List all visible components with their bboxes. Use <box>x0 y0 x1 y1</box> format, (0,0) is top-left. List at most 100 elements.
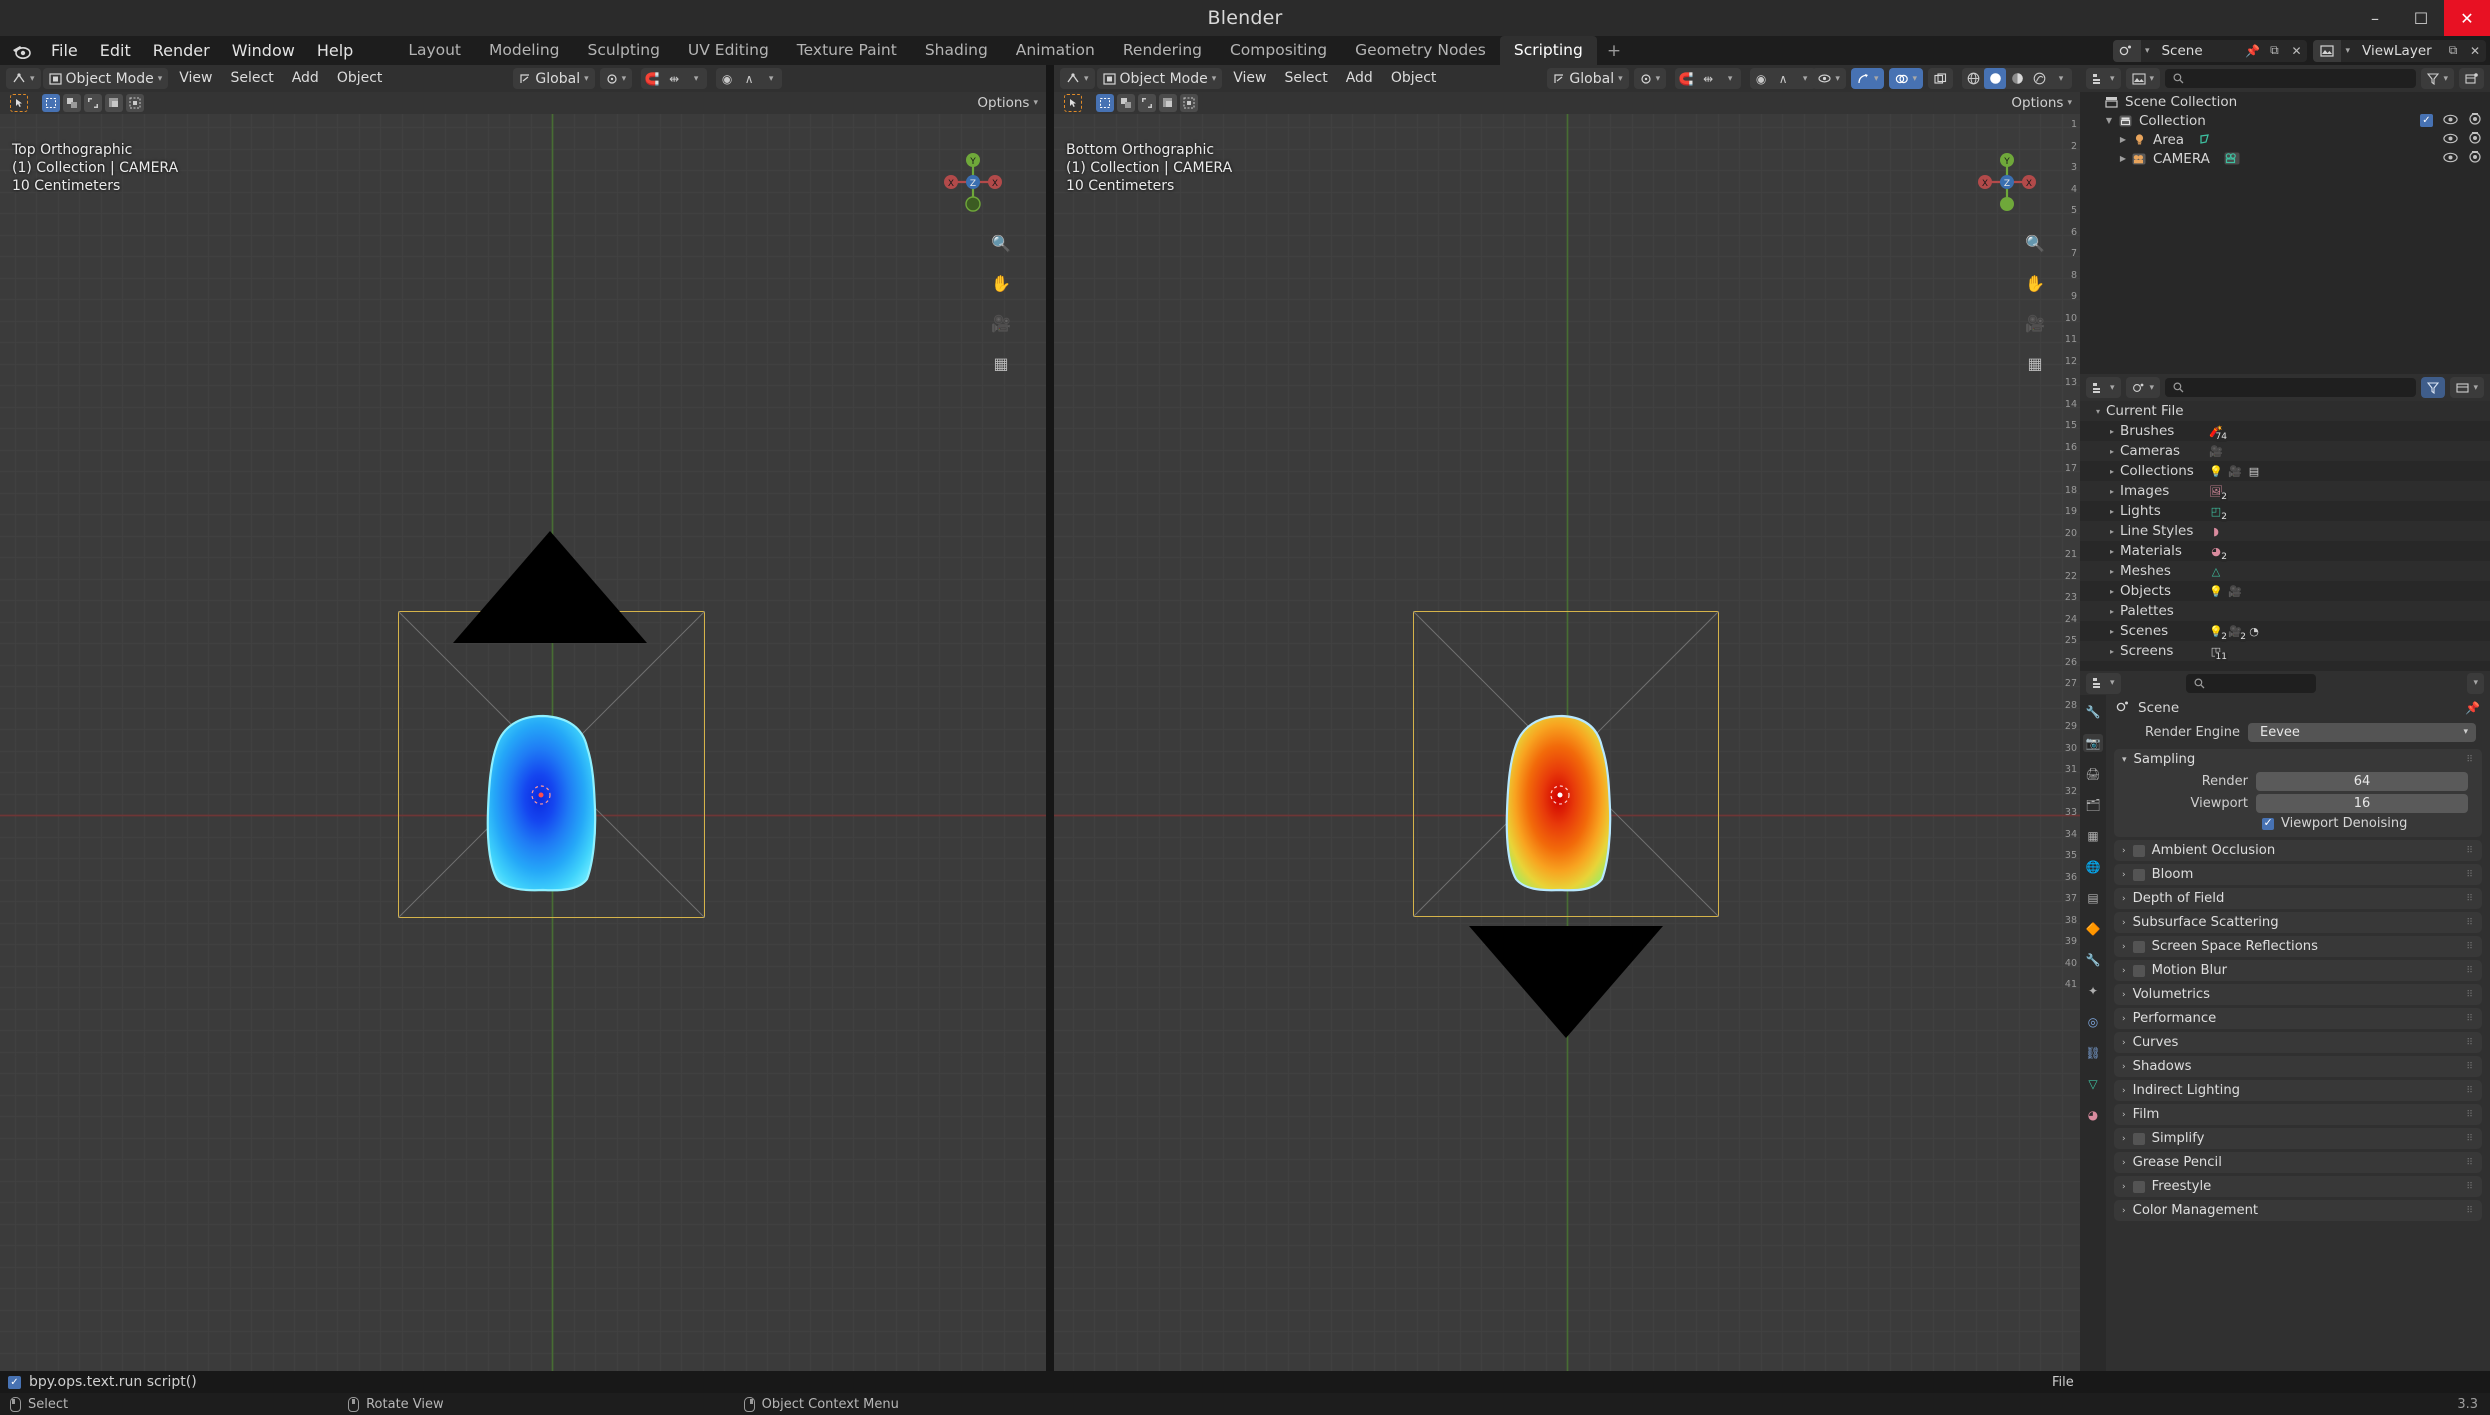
properties-tab-object-icon[interactable]: 🔶 <box>2083 920 2103 938</box>
eye-icon[interactable] <box>2443 114 2458 128</box>
viewport-right[interactable]: ▾ Object Mode ▾ ViewSelectAddObject Glob… <box>1054 65 2080 1371</box>
falloff-curve-icon-right[interactable]: ∧ <box>1772 68 1794 89</box>
copy-icon[interactable]: ⧉ <box>2263 40 2285 62</box>
snap-pivot-right[interactable]: ▾ <box>1634 68 1667 89</box>
blendfile-search-input[interactable] <box>2165 378 2416 397</box>
workspace-tab-sculpting[interactable]: Sculpting <box>574 36 674 65</box>
properties-section-film[interactable]: ›Film⠿ <box>2114 1104 2482 1125</box>
workspace-tab-texture-paint[interactable]: Texture Paint <box>783 36 911 65</box>
blendfile-row[interactable]: ▸Brushes🧨74 <box>2080 421 2490 441</box>
pin-icon[interactable]: 📌 <box>2465 701 2480 715</box>
blendfile-root-row[interactable]: ▾Current File <box>2080 401 2490 421</box>
scene-name[interactable]: Scene <box>2153 43 2241 59</box>
proportional-edit-icon-right[interactable]: ◉ <box>1750 68 1772 89</box>
disclosure-closed-icon[interactable]: ▸ <box>2104 607 2120 616</box>
blendfile-row[interactable]: ▸Meshes△ <box>2080 561 2490 581</box>
disclosure-closed-icon[interactable]: ▸ <box>2104 547 2120 556</box>
select-intersect-icon-left[interactable] <box>126 94 144 112</box>
tweak-tool-icon-left[interactable] <box>10 94 28 112</box>
section-enable-checkbox[interactable] <box>2133 869 2145 881</box>
falloff-chevron-down-icon-left[interactable]: ▾ <box>760 68 782 89</box>
pan-hand-icon-right[interactable]: ✋ <box>2022 270 2048 296</box>
properties-tab-material-icon[interactable]: ◕ <box>2083 1106 2103 1124</box>
viewport-left-menu-select[interactable]: Select <box>222 68 283 89</box>
viewlayer-copy-icon[interactable]: ⧉ <box>2442 40 2464 62</box>
blendfile-row[interactable]: ▸Objects💡🎥 <box>2080 581 2490 601</box>
menu-edit[interactable]: Edit <box>89 36 142 65</box>
add-workspace-button[interactable]: + <box>1597 41 1631 61</box>
properties-section-screen-space-reflections[interactable]: ›Screen Space Reflections⠿ <box>2114 936 2482 957</box>
properties-tab-column[interactable]: 🔧📷🖨🗂▦🌐▤🔶🔧✦◎⛓▽◕ <box>2080 695 2106 1371</box>
blendfile-collection-icon[interactable]: ▾ <box>2450 377 2484 398</box>
select-invert-icon-left[interactable] <box>105 94 123 112</box>
properties-tab-collection-props-icon[interactable]: ▤ <box>2083 889 2103 907</box>
properties-tab-scene-props-icon[interactable]: ▦ <box>2083 827 2103 845</box>
zoom-icon-right[interactable]: 🔍 <box>2022 230 2048 256</box>
select-intersect-icon-right[interactable] <box>1180 94 1198 112</box>
viewlayer-name[interactable]: ViewLayer <box>2354 43 2442 59</box>
chevron-right-icon[interactable]: › <box>2122 1206 2126 1216</box>
transform-orientation-left[interactable]: Global ▾ <box>513 68 594 89</box>
blendfile-row[interactable]: ▸Palettes <box>2080 601 2490 621</box>
render-engine-dropdown[interactable]: Eevee ▾ <box>2248 723 2476 742</box>
wireframe-shading-icon[interactable] <box>1962 68 1984 89</box>
section-enable-checkbox[interactable] <box>2133 1133 2145 1145</box>
close-button[interactable]: ✕ <box>2444 0 2490 36</box>
blendfile-row[interactable]: ▸Screens◳11 <box>2080 641 2490 661</box>
properties-section-bloom[interactable]: ›Bloom⠿ <box>2114 864 2482 885</box>
properties-section-grease-pencil[interactable]: ›Grease Pencil⠿ <box>2114 1152 2482 1173</box>
viewport-left-menu-add[interactable]: Add <box>283 68 328 89</box>
toggle-ortho-icon-right[interactable]: ▦ <box>2022 350 2048 376</box>
viewport-right-menu-object[interactable]: Object <box>1382 68 1446 89</box>
properties-tab-constraints-icon[interactable]: ⛓ <box>2083 1044 2103 1062</box>
shading-chevron-down-icon[interactable]: ▾ <box>2050 68 2072 89</box>
properties-tab-data-icon[interactable]: ▽ <box>2083 1075 2103 1093</box>
disclosure-open-icon[interactable]: ▼ <box>2102 116 2116 125</box>
properties-tab-modifier-icon[interactable]: 🔧 <box>2083 951 2103 969</box>
outliner-row[interactable]: ▶CAMERA <box>2080 149 2490 168</box>
properties-tab-particles-icon[interactable]: ✦ <box>2083 982 2103 1000</box>
snap-chevron-down-icon-right[interactable]: ▾ <box>1719 68 1741 89</box>
workspace-tab-compositing[interactable]: Compositing <box>1216 36 1341 65</box>
snap-target-icon-left[interactable]: ⇹ <box>663 68 685 89</box>
properties-tab-world-icon[interactable]: 🌐 <box>2083 858 2103 876</box>
blendfile-row[interactable]: ▸Collections💡🎥▤ <box>2080 461 2490 481</box>
outliner-tree[interactable]: Scene Collection▼Collection✓▶Area▶CAMERA <box>2080 92 2490 374</box>
viewport-right-options-button[interactable]: Options ▾ <box>2011 92 2072 114</box>
properties-editor-type-icon[interactable]: ▾ <box>2086 673 2121 694</box>
chevron-right-icon[interactable]: › <box>2122 894 2126 904</box>
editor-type-selector-right[interactable]: ▾ <box>1060 68 1095 89</box>
select-subtract-icon-left[interactable] <box>84 94 102 112</box>
snap-target-icon-right[interactable]: ⇹ <box>1697 68 1719 89</box>
disclosure-closed-icon[interactable]: ▶ <box>2116 135 2130 144</box>
viewport-left-options-button[interactable]: Options ▾ <box>977 92 1038 114</box>
disclosure-closed-icon[interactable]: ▸ <box>2104 567 2120 576</box>
chevron-right-icon[interactable]: › <box>2122 1062 2126 1072</box>
eye-icon[interactable] <box>2443 152 2458 166</box>
workspace-tab-modeling[interactable]: Modeling <box>475 36 574 65</box>
navigation-gizmo-right[interactable]: Y X X Z <box>1972 147 2042 217</box>
snap-pivot-left[interactable]: ▾ <box>600 68 633 89</box>
select-extend-icon-left[interactable] <box>63 94 81 112</box>
outliner-search-input[interactable] <box>2165 69 2416 88</box>
gizmo-toggle-right[interactable]: ▾ <box>1851 68 1885 89</box>
outliner-row[interactable]: ▶Area <box>2080 130 2490 149</box>
select-box-icon-right[interactable] <box>1096 94 1114 112</box>
properties-section-depth-of-field[interactable]: ›Depth of Field⠿ <box>2114 888 2482 909</box>
disclosure-closed-icon[interactable]: ▸ <box>2104 427 2120 436</box>
sampling-panel-header[interactable]: ▾ Sampling ⠿ <box>2114 749 2482 770</box>
menu-help[interactable]: Help <box>306 36 364 65</box>
snapping-group-right[interactable]: 🧲 ⇹ ▾ <box>1675 68 1741 89</box>
camera-render-icon[interactable] <box>2468 151 2482 166</box>
properties-tab-physics-icon[interactable]: ◎ <box>2083 1013 2103 1031</box>
editor-type-selector-left[interactable]: ▾ <box>6 68 41 89</box>
outliner-display-mode-icon[interactable]: ▾ <box>2126 68 2161 89</box>
blendfile-row[interactable]: ▸Materials◕2 <box>2080 541 2490 561</box>
chevron-right-icon[interactable]: › <box>2122 918 2126 928</box>
properties-section-shadows[interactable]: ›Shadows⠿ <box>2114 1056 2482 1077</box>
sampling-render-value[interactable]: 64 <box>2256 772 2468 791</box>
minimize-button[interactable]: – <box>2352 0 2398 36</box>
falloff-curve-icon-left[interactable]: ∧ <box>738 68 760 89</box>
properties-section-indirect-lighting[interactable]: ›Indirect Lighting⠿ <box>2114 1080 2482 1101</box>
workspace-tab-layout[interactable]: Layout <box>394 36 475 65</box>
